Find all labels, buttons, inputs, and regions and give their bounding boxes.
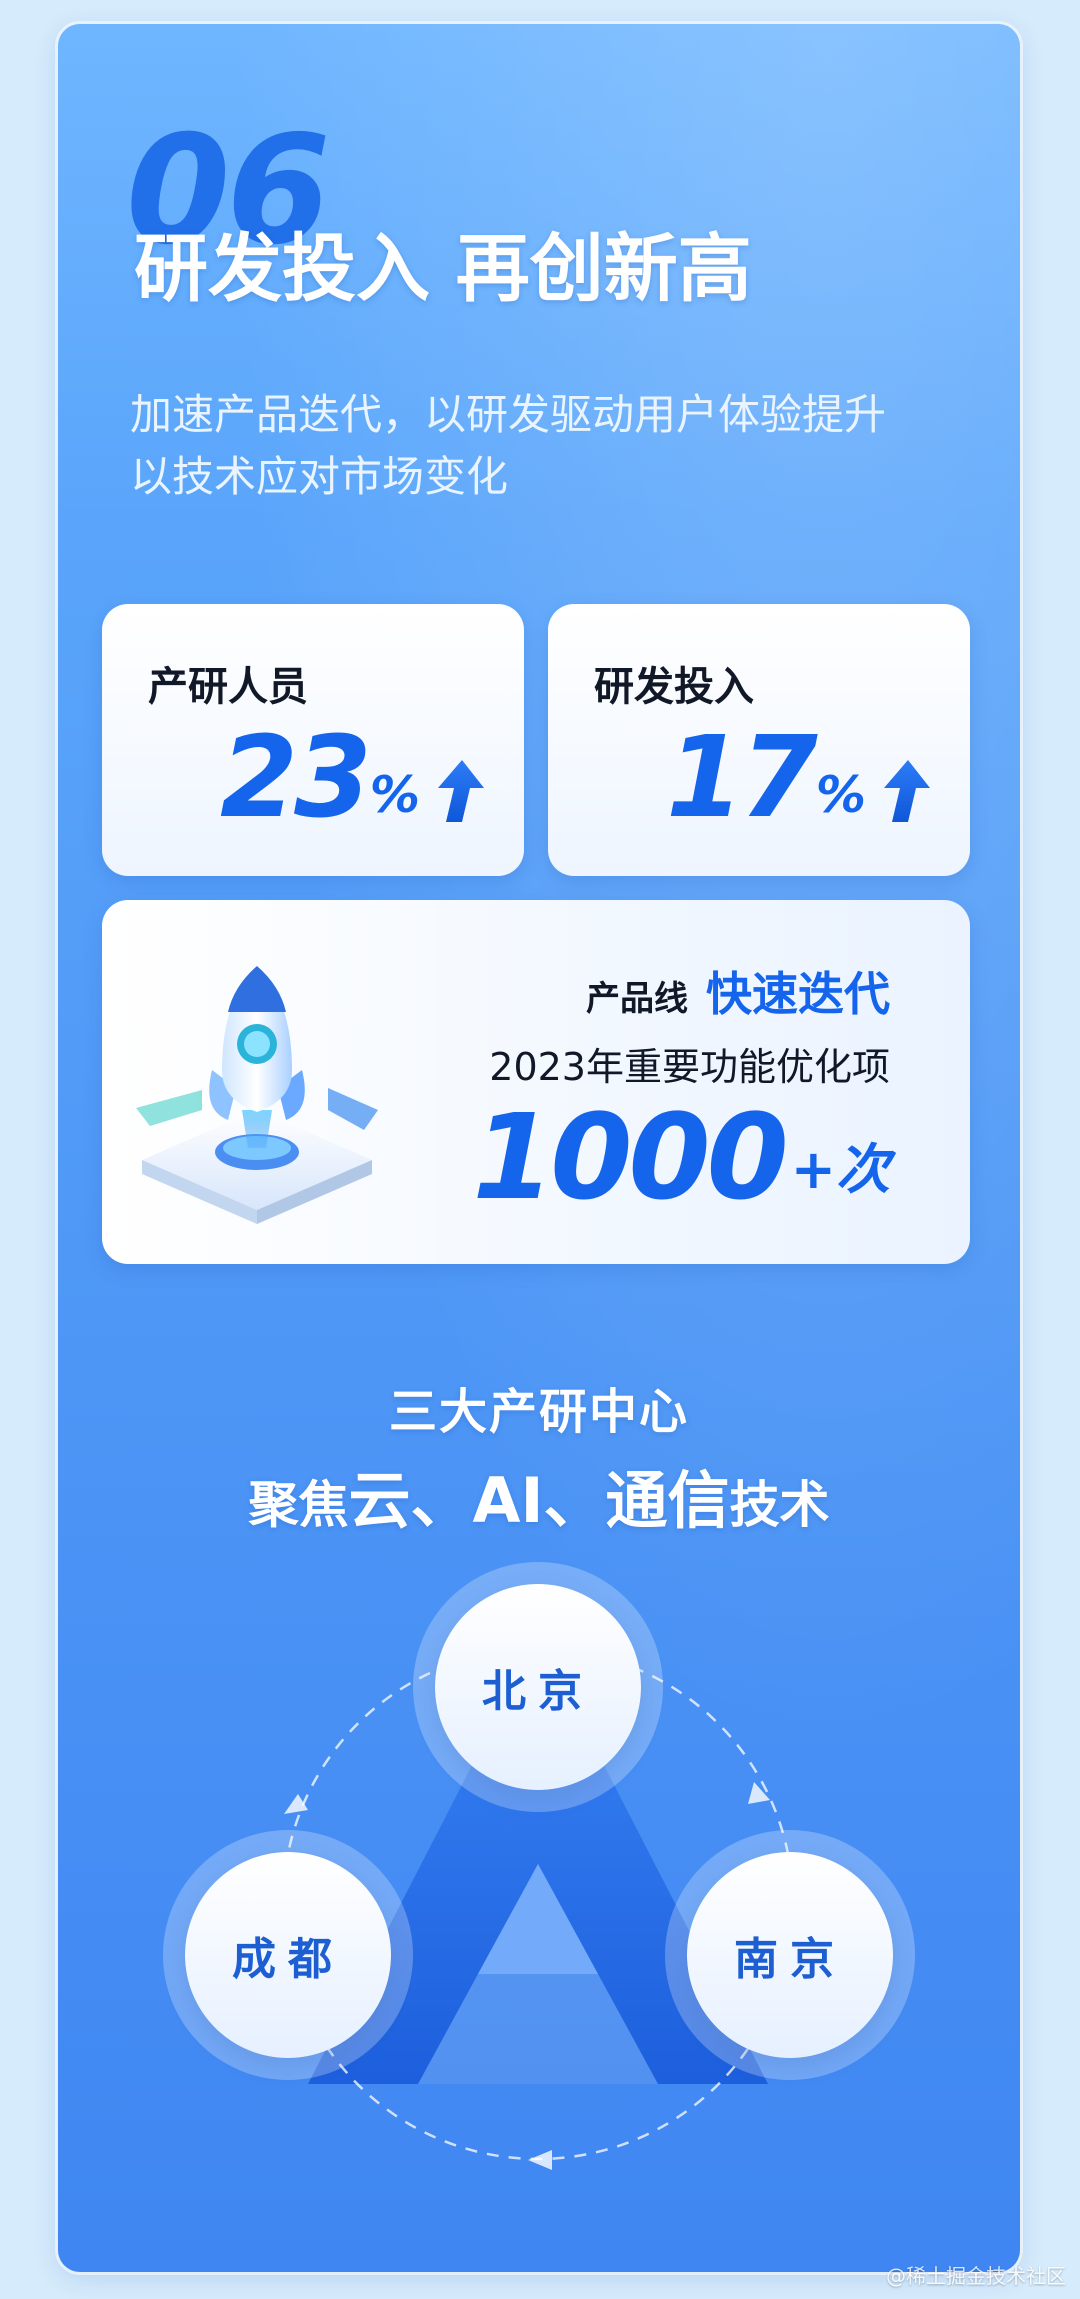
stat-unit: %: [369, 766, 420, 824]
product-iteration-card: 产品线 快速迭代 2023年重要功能优化项 1000 +次: [102, 900, 970, 1264]
city-chengdu: 成都: [185, 1852, 391, 2058]
stat-unit: %: [815, 766, 866, 824]
arrow-up-icon: [884, 760, 930, 822]
subheading-prefix: 聚焦: [248, 1476, 349, 1534]
centers-heading: 三大产研中心: [388, 1384, 689, 1440]
watermark: @稀土掘金技术社区: [886, 2264, 1066, 2288]
stat-value: 23: [220, 713, 372, 843]
rocket-icon: [136, 966, 378, 1224]
stat-card-staff: 产研人员 23 %: [102, 604, 524, 876]
city-beijing: 北京: [435, 1584, 641, 1790]
stat-card-investment: 研发投入 17 %: [548, 604, 970, 876]
city-nanjing: 南京: [687, 1852, 893, 2058]
stat-value: 17: [666, 713, 818, 843]
subtitle: 加速产品迭代，以研发驱动用户体验提升 以技术应对市场变化: [130, 384, 990, 508]
product-line-highlight: 快速迭代: [706, 967, 890, 1021]
centers-diagram: 北京 成都 南京: [58, 1564, 1020, 2204]
subtitle-line-1: 加速产品迭代，以研发驱动用户体验提升: [130, 390, 887, 439]
subtitle-line-2: 以技术应对市场变化: [130, 452, 509, 501]
stat-value-row: 23 %: [220, 704, 486, 834]
stat-value-row: 17 %: [666, 704, 932, 834]
product-count-suffix: +次: [790, 1138, 890, 1201]
centers-subheading: 聚焦云、AI、通信技术: [58, 1450, 1020, 1540]
infographic-card: 06 研发投入 再创新高 加速产品迭代，以研发驱动用户体验提升 以技术应对市场变…: [58, 24, 1020, 2272]
subheading-focus: 云、AI、通信: [348, 1464, 730, 1537]
product-count-row: 1000 +次: [472, 1098, 890, 1216]
subheading-suffix: 技术: [729, 1476, 830, 1534]
product-line-label: 产品线: [586, 979, 688, 1019]
page-title: 研发投入 再创新高: [134, 226, 752, 312]
arrow-up-icon: [438, 760, 484, 822]
product-count: 1000: [472, 1088, 788, 1226]
product-line: 产品线 快速迭代: [586, 958, 890, 1024]
product-description: 2023年重要功能优化项: [489, 1045, 890, 1089]
